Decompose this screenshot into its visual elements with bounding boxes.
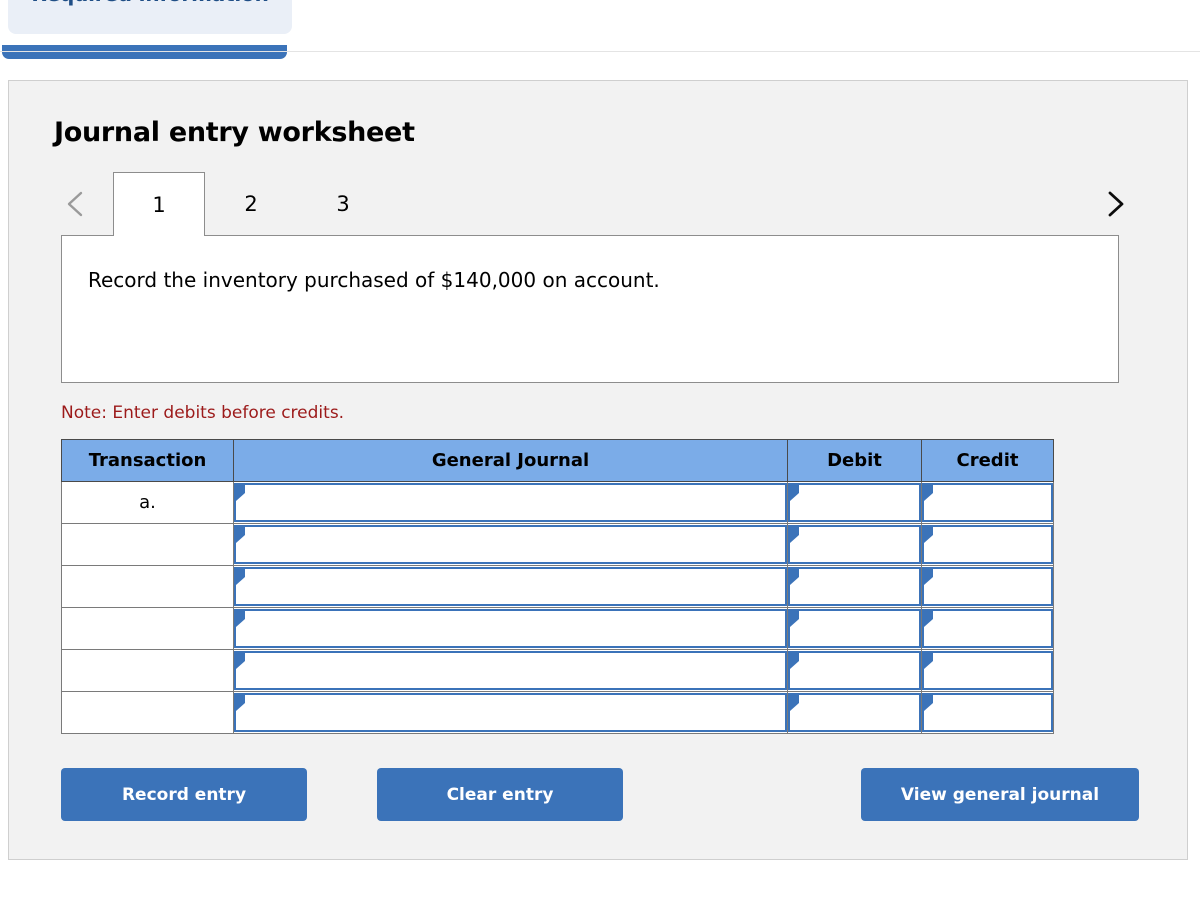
- general-journal-cell: [233, 607, 788, 650]
- general-journal-select[interactable]: [234, 693, 787, 732]
- dropdown-caret-icon: [236, 653, 245, 669]
- credit-cell: [921, 607, 1054, 650]
- debits-before-credits-note: Note: Enter debits before credits.: [61, 403, 345, 423]
- chevron-right-icon: [1102, 189, 1128, 219]
- column-header-credit: Credit: [921, 439, 1054, 482]
- transaction-cell: [61, 607, 234, 650]
- worksheet-tab-1-label: 1: [152, 192, 166, 217]
- credit-cell: [921, 691, 1054, 734]
- prompt-box: Record the inventory purchased of $140,0…: [61, 235, 1119, 383]
- credit-input[interactable]: [922, 567, 1053, 606]
- dropdown-caret-icon: [924, 569, 933, 585]
- worksheet-tab-1[interactable]: 1: [113, 172, 205, 236]
- credit-input[interactable]: [922, 693, 1053, 732]
- general-journal-select[interactable]: [234, 651, 787, 690]
- required-information-label: Required information: [31, 0, 268, 6]
- journal-table-wrapper: Transaction General Journal Debit Credit…: [61, 439, 1054, 734]
- worksheet-tab-3[interactable]: 3: [297, 172, 389, 236]
- dropdown-caret-icon: [924, 527, 933, 543]
- clear-entry-button[interactable]: Clear entry: [377, 768, 623, 821]
- record-entry-button[interactable]: Record entry: [61, 768, 307, 821]
- debit-cell: [787, 481, 922, 524]
- debit-input[interactable]: [788, 651, 921, 690]
- prev-worksheet-button[interactable]: [57, 186, 93, 222]
- credit-cell: [921, 523, 1054, 566]
- debit-cell: [787, 607, 922, 650]
- dropdown-caret-icon: [790, 569, 799, 585]
- credit-cell: [921, 649, 1054, 692]
- view-general-journal-button[interactable]: View general journal: [861, 768, 1139, 821]
- dropdown-caret-icon: [924, 485, 933, 501]
- credit-cell: [921, 565, 1054, 608]
- dropdown-caret-icon: [236, 695, 245, 711]
- column-header-general-journal: General Journal: [233, 439, 788, 482]
- credit-input[interactable]: [922, 525, 1053, 564]
- table-row: a.: [61, 481, 1054, 524]
- worksheet-tab-2[interactable]: 2: [205, 172, 297, 236]
- dropdown-caret-icon: [790, 695, 799, 711]
- debit-input[interactable]: [788, 567, 921, 606]
- general-journal-select[interactable]: [234, 525, 787, 564]
- debit-cell: [787, 565, 922, 608]
- column-header-transaction: Transaction: [61, 439, 234, 482]
- worksheet-tabs: 1 2 3: [113, 172, 389, 236]
- general-journal-select[interactable]: [234, 609, 787, 648]
- table-row: [61, 691, 1054, 734]
- table-row: [61, 607, 1054, 650]
- action-button-row: Record entry Clear entry View general jo…: [9, 768, 1187, 826]
- dropdown-caret-icon: [790, 611, 799, 627]
- table-row: [61, 565, 1054, 608]
- chevron-left-icon: [62, 189, 88, 219]
- dropdown-caret-icon: [236, 527, 245, 543]
- debit-cell: [787, 523, 922, 566]
- column-header-debit: Debit: [787, 439, 922, 482]
- active-tab-underline: [2, 45, 287, 59]
- debit-input[interactable]: [788, 609, 921, 648]
- general-journal-select[interactable]: [234, 483, 787, 522]
- transaction-cell: [61, 649, 234, 692]
- worksheet-tab-bar: 1 2 3: [9, 172, 1187, 236]
- table-row: [61, 523, 1054, 566]
- dropdown-caret-icon: [924, 653, 933, 669]
- credit-input[interactable]: [922, 651, 1053, 690]
- credit-input[interactable]: [922, 483, 1053, 522]
- table-header-row: Transaction General Journal Debit Credit: [61, 439, 1054, 482]
- debit-cell: [787, 691, 922, 734]
- prompt-text: Record the inventory purchased of $140,0…: [88, 268, 660, 292]
- transaction-cell: [61, 691, 234, 734]
- general-journal-cell: [233, 691, 788, 734]
- debit-cell: [787, 649, 922, 692]
- worksheet-tab-3-label: 3: [336, 192, 350, 216]
- dropdown-caret-icon: [790, 485, 799, 501]
- debit-input[interactable]: [788, 693, 921, 732]
- dropdown-caret-icon: [236, 485, 245, 501]
- transaction-cell: [61, 523, 234, 566]
- credit-cell: [921, 481, 1054, 524]
- dropdown-caret-icon: [236, 569, 245, 585]
- dropdown-caret-icon: [236, 611, 245, 627]
- general-journal-cell: [233, 649, 788, 692]
- top-tab-strip: Required information: [0, 0, 1200, 62]
- journal-entry-panel: Journal entry worksheet 1 2 3 Record the…: [8, 80, 1188, 860]
- transaction-cell: a.: [61, 481, 234, 524]
- general-journal-cell: [233, 565, 788, 608]
- tab-required-information[interactable]: Required information: [8, 0, 292, 34]
- dropdown-caret-icon: [790, 527, 799, 543]
- dropdown-caret-icon: [924, 611, 933, 627]
- general-journal-cell: [233, 481, 788, 524]
- general-journal-select[interactable]: [234, 567, 787, 606]
- strip-divider: [0, 51, 1200, 52]
- dropdown-caret-icon: [790, 653, 799, 669]
- table-row: [61, 649, 1054, 692]
- transaction-cell: [61, 565, 234, 608]
- dropdown-caret-icon: [924, 695, 933, 711]
- page-title: Journal entry worksheet: [54, 117, 415, 148]
- general-journal-cell: [233, 523, 788, 566]
- journal-entry-table: Transaction General Journal Debit Credit…: [61, 439, 1054, 734]
- debit-input[interactable]: [788, 483, 921, 522]
- next-worksheet-button[interactable]: [1097, 186, 1133, 222]
- debit-input[interactable]: [788, 525, 921, 564]
- credit-input[interactable]: [922, 609, 1053, 648]
- worksheet-tab-2-label: 2: [244, 192, 258, 216]
